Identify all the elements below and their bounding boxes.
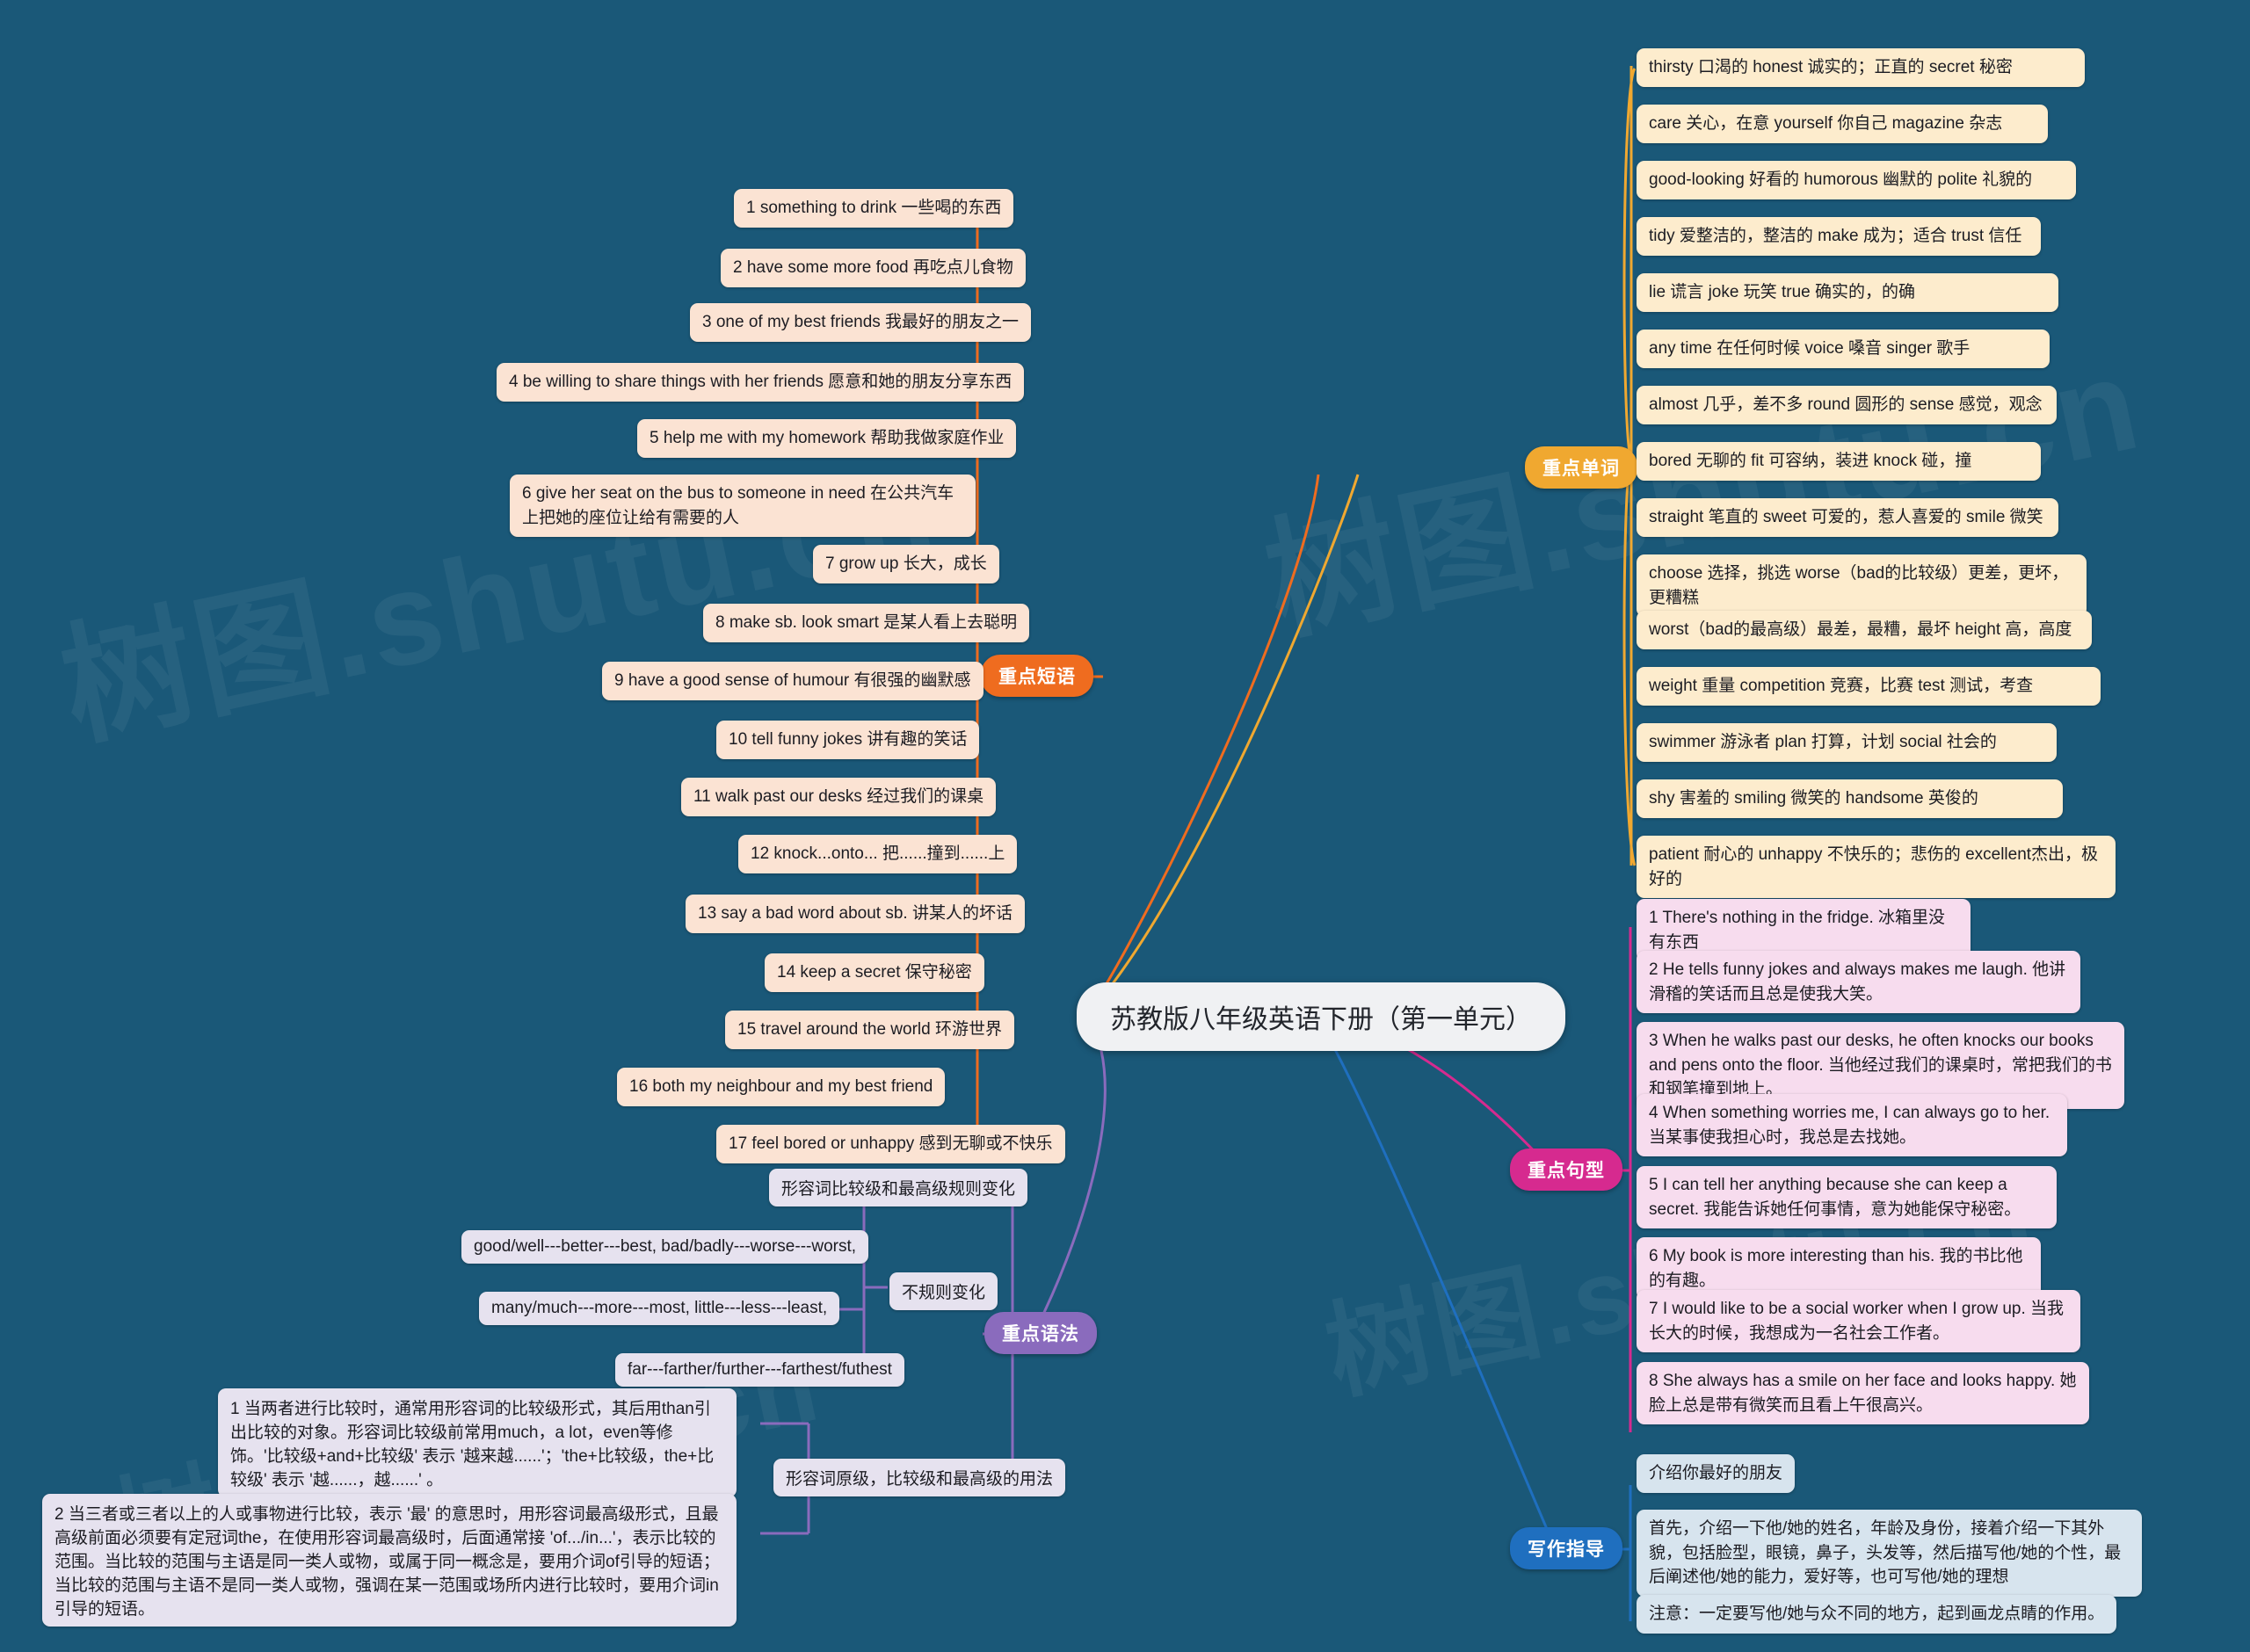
sentence-item[interactable]: 5 I can tell her anything because she ca… bbox=[1637, 1166, 2057, 1229]
watermark: 树图.shutu.cn bbox=[49, 433, 949, 763]
phrase-item[interactable]: 2 have some more food 再吃点儿食物 bbox=[721, 249, 1026, 287]
branch-pill-phrases[interactable]: 重点短语 bbox=[981, 655, 1093, 697]
branch-pill-words[interactable]: 重点单词 bbox=[1525, 446, 1637, 489]
phrase-item[interactable]: 13 say a bad word about sb. 讲某人的坏话 bbox=[686, 895, 1025, 933]
phrase-item[interactable]: 8 make sb. look smart 是某人看上去聪明 bbox=[703, 604, 1030, 642]
sentence-item[interactable]: 2 He tells funny jokes and always makes … bbox=[1637, 951, 2080, 1014]
grammar-usage-label[interactable]: 形容词原级，比较级和最高级的用法 bbox=[773, 1459, 1066, 1496]
writing-item[interactable]: 注意：一定要写他/她与众不同的地方，起到画龙点睛的作用。 bbox=[1637, 1595, 2117, 1634]
word-item[interactable]: patient 耐心的 unhappy 不快乐的；悲伤的 excellent杰出… bbox=[1637, 836, 2116, 899]
branch-pill-grammar[interactable]: 重点语法 bbox=[984, 1312, 1097, 1354]
word-item[interactable]: straight 笔直的 sweet 可爱的，惹人喜爱的 smile 微笑 bbox=[1637, 498, 2058, 537]
sentence-item[interactable]: 7 I would like to be a social worker whe… bbox=[1637, 1290, 2080, 1353]
word-item[interactable]: tidy 爱整洁的，整洁的 make 成为；适合 trust 信任 bbox=[1637, 217, 2041, 256]
phrase-item[interactable]: 6 give her seat on the bus to someone in… bbox=[510, 475, 976, 538]
grammar-usage-item[interactable]: 2 当三者或三者以上的人或事物进行比较，表示 '最' 的意思时，用形容词最高级形… bbox=[42, 1494, 737, 1627]
phrase-item[interactable]: 4 be willing to share things with her fr… bbox=[497, 363, 1025, 402]
word-item[interactable]: shy 害羞的 smiling 微笑的 handsome 英俊的 bbox=[1637, 779, 2063, 818]
root-node[interactable]: 苏教版八年级英语下册（第一单元） bbox=[1077, 982, 1565, 1051]
grammar-irregular-item[interactable]: far---farther/further---farthest/futhest bbox=[615, 1353, 904, 1387]
word-item[interactable]: care 关心，在意 yourself 你自己 magazine 杂志 bbox=[1637, 105, 2048, 143]
phrase-item[interactable]: 10 tell funny jokes 讲有趣的笑话 bbox=[716, 721, 980, 759]
sentence-item[interactable]: 8 She always has a smile on her face and… bbox=[1637, 1362, 2089, 1425]
writing-item[interactable]: 介绍你最好的朋友 bbox=[1637, 1454, 1796, 1493]
phrase-item[interactable]: 14 keep a secret 保守秘密 bbox=[765, 953, 984, 992]
phrase-item[interactable]: 16 both my neighbour and my best friend bbox=[617, 1068, 946, 1106]
word-item[interactable]: worst（bad的最高级）最差，最糟，最坏 height 高，高度 bbox=[1637, 611, 2092, 649]
grammar-usage-item[interactable]: 1 当两者进行比较时，通常用形容词的比较级形式，其后用than引出比较的对象。形… bbox=[218, 1388, 737, 1497]
word-item[interactable]: weight 重量 competition 竞赛，比赛 test 测试，考查 bbox=[1637, 667, 2101, 706]
phrase-item[interactable]: 1 something to drink 一些喝的东西 bbox=[734, 189, 1014, 228]
branch-pill-writing[interactable]: 写作指导 bbox=[1510, 1527, 1622, 1569]
word-item[interactable]: any time 在任何时候 voice 嗓音 singer 歌手 bbox=[1637, 330, 2050, 368]
mindmap-canvas: 树图.shutu.cn 树图.shutu.cn 树图.shutu.cn 树图.s… bbox=[0, 0, 2250, 1652]
word-item[interactable]: swimmer 游泳者 plan 打算，计划 social 社会的 bbox=[1637, 723, 2057, 762]
sentence-item[interactable]: 4 When something worries me, I can alway… bbox=[1637, 1094, 2067, 1157]
word-item[interactable]: lie 谎言 joke 玩笑 true 确实的，的确 bbox=[1637, 273, 2058, 312]
grammar-irregular-item[interactable]: good/well---better---best, bad/badly---w… bbox=[461, 1230, 869, 1264]
phrase-item[interactable]: 5 help me with my homework 帮助我做家庭作业 bbox=[637, 419, 1017, 458]
branch-pill-sentences[interactable]: 重点句型 bbox=[1510, 1148, 1622, 1191]
word-item[interactable]: bored 无聊的 fit 可容纳，装进 knock 碰，撞 bbox=[1637, 442, 2041, 481]
grammar-rule-title[interactable]: 形容词比较级和最高级规则变化 bbox=[769, 1169, 1028, 1206]
word-item[interactable]: thirsty 口渴的 honest 诚实的；正直的 secret 秘密 bbox=[1637, 48, 2085, 87]
phrase-item[interactable]: 7 grow up 长大，成长 bbox=[813, 545, 999, 583]
phrase-item[interactable]: 12 knock...onto... 把......撞到......上 bbox=[738, 835, 1018, 873]
word-item[interactable]: good-looking 好看的 humorous 幽默的 polite 礼貌的 bbox=[1637, 161, 2076, 199]
phrase-item[interactable]: 3 one of my best friends 我最好的朋友之一 bbox=[690, 303, 1032, 342]
grammar-irregular-item[interactable]: many/much---more---most, little---less--… bbox=[479, 1292, 840, 1325]
phrase-item[interactable]: 17 feel bored or unhappy 感到无聊或不快乐 bbox=[716, 1125, 1065, 1163]
phrase-item[interactable]: 11 walk past our desks 经过我们的课桌 bbox=[681, 778, 997, 816]
word-item[interactable]: almost 几乎，差不多 round 圆形的 sense 感觉，观念 bbox=[1637, 386, 2057, 424]
word-item[interactable]: choose 选择，挑选 worse（bad的比较级）更差，更坏，更糟糕 bbox=[1637, 554, 2087, 618]
phrase-item[interactable]: 9 have a good sense of humour 有很强的幽默感 bbox=[602, 662, 983, 700]
writing-item[interactable]: 首先，介绍一下他/她的姓名，年龄及身份，接着介绍一下其外貌，包括脸型，眼镜，鼻子… bbox=[1637, 1510, 2142, 1597]
grammar-irregular-label[interactable]: 不规则变化 bbox=[889, 1272, 998, 1310]
phrase-item[interactable]: 15 travel around the world 环游世界 bbox=[725, 1011, 1014, 1049]
